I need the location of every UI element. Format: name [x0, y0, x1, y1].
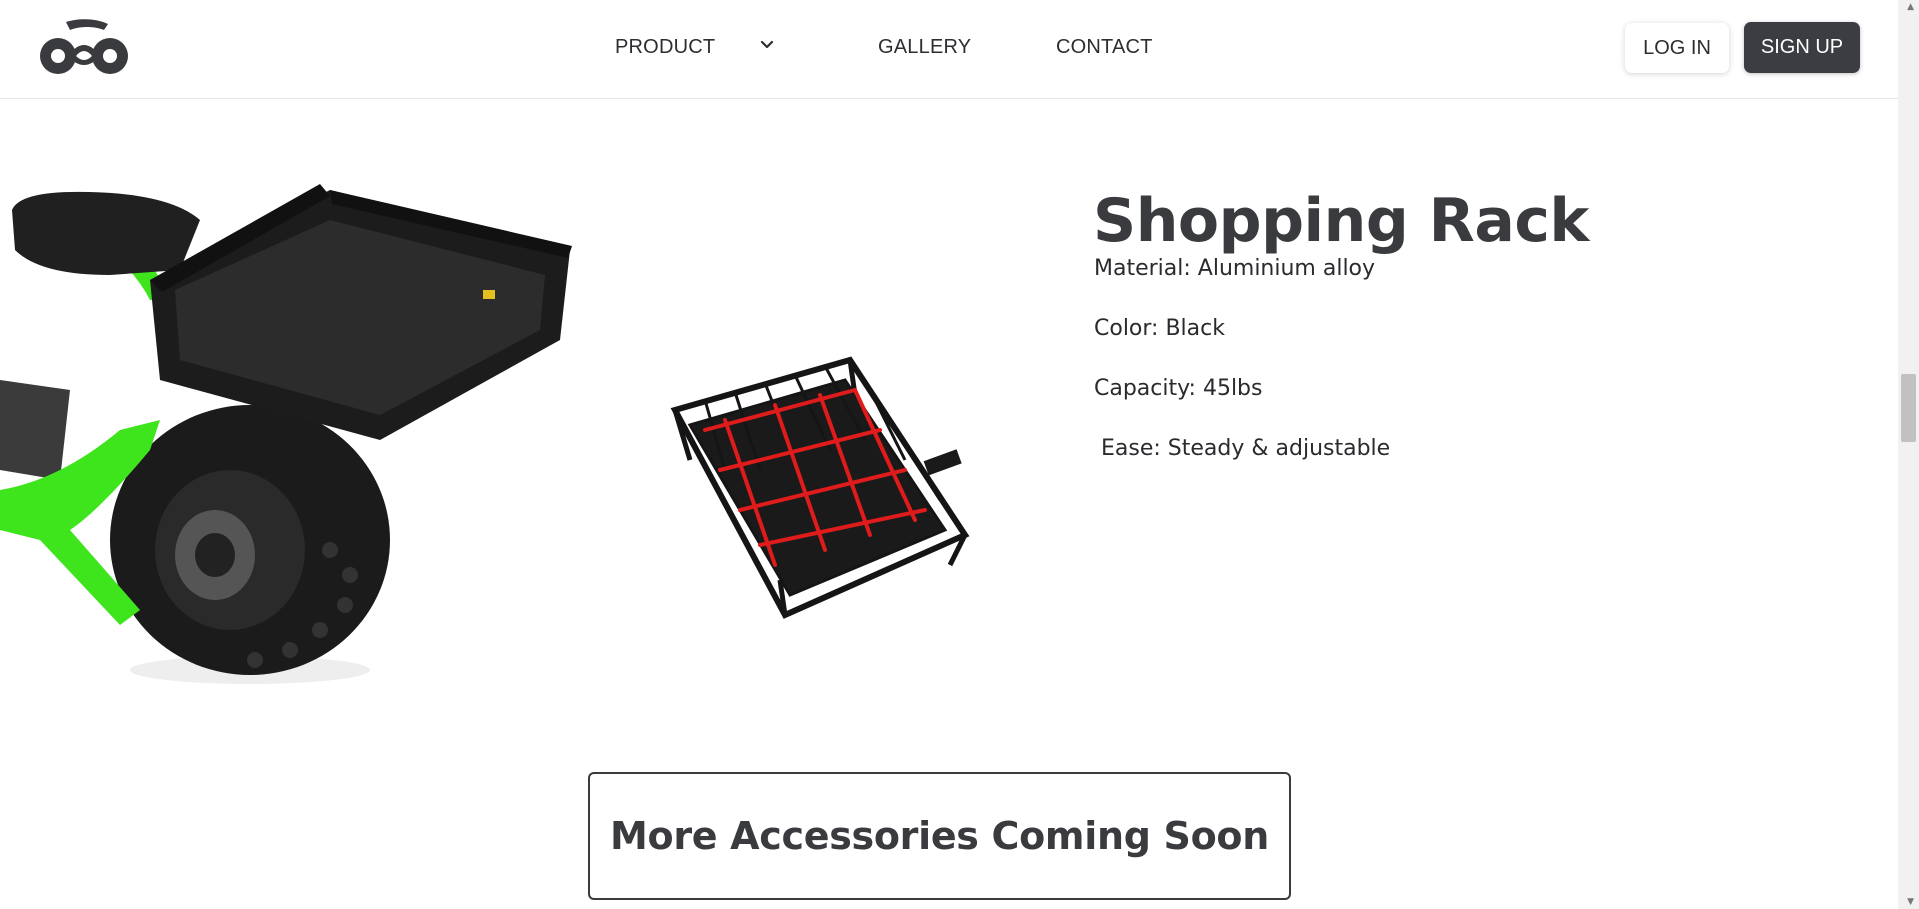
spec-ease: Ease: Steady & adjustable [1094, 436, 1391, 461]
page-scrollbar[interactable]: ▲ ▼ [1898, 0, 1919, 909]
scrollbar-thumb[interactable] [1901, 374, 1916, 442]
coming-soon-banner: More Accessories Coming Soon [588, 772, 1291, 900]
scooter-with-rack-image [0, 184, 572, 684]
scroll-up-arrow-icon[interactable]: ▲ [1907, 2, 1914, 12]
nav-gallery[interactable]: GALLERY [878, 36, 971, 59]
spec-capacity: Capacity: 45lbs [1094, 376, 1263, 401]
login-button[interactable]: LOG IN [1625, 23, 1729, 73]
signup-button[interactable]: SIGN UP [1744, 22, 1860, 73]
scroll-down-arrow-icon[interactable]: ▼ [1907, 897, 1914, 907]
coming-soon-text: More Accessories Coming Soon [610, 814, 1269, 858]
spec-material: Material: Aluminium alloy [1094, 256, 1376, 281]
basket-with-red-net-image [670, 356, 970, 619]
product-title: Shopping Rack [1093, 186, 1589, 256]
spec-color: Color: Black [1094, 316, 1225, 341]
chevron-down-icon[interactable] [758, 36, 776, 54]
nav-product[interactable]: PRODUCT [615, 36, 715, 59]
top-nav-bar: PRODUCT GALLERY CONTACT LOG IN SIGN UP [0, 0, 1898, 99]
nav-contact[interactable]: CONTACT [1056, 36, 1153, 59]
bike-logo-icon[interactable] [38, 16, 130, 80]
